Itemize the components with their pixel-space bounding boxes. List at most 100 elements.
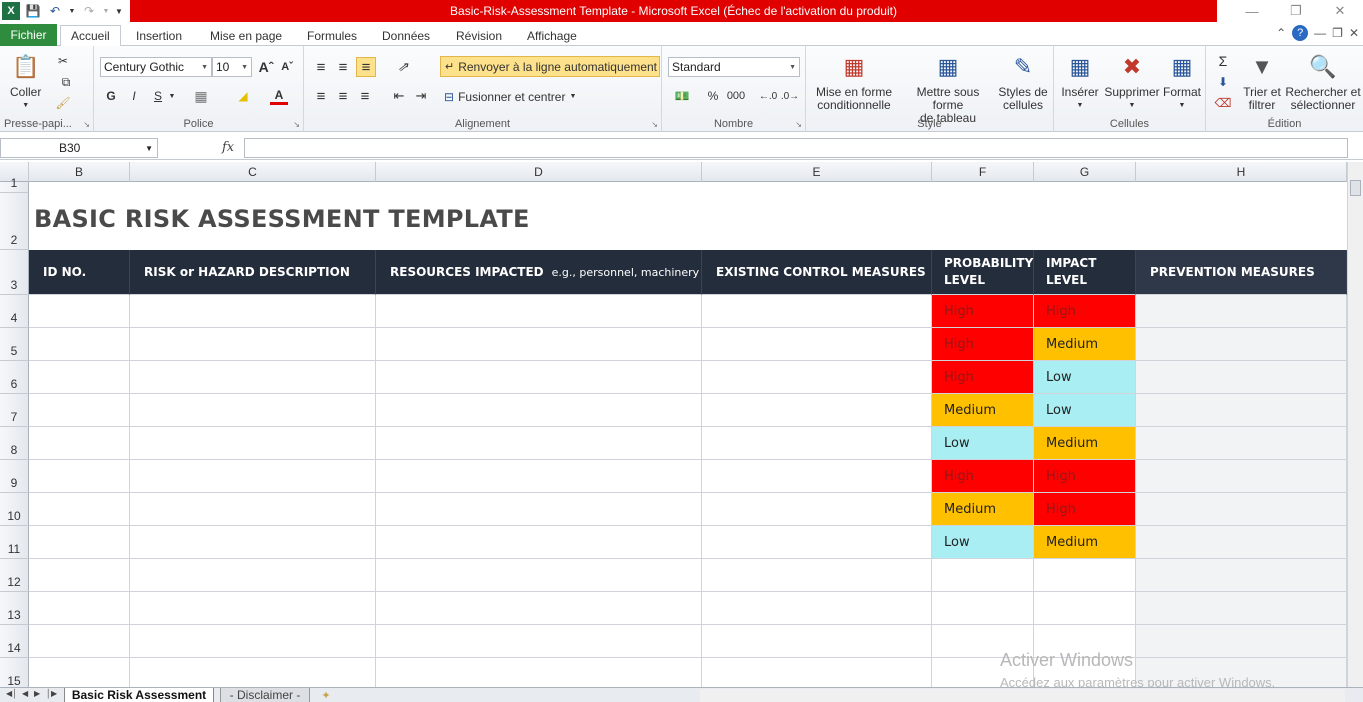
impact-level-cell[interactable]: High: [1034, 460, 1136, 493]
row-header-5[interactable]: 5: [0, 328, 29, 361]
row-header-1[interactable]: 1: [0, 176, 29, 193]
sort-filter-button[interactable]: ▼ Trier et filtrer: [1240, 50, 1284, 112]
probability-level-cell[interactable]: Medium: [932, 394, 1034, 427]
probability-level-cell[interactable]: High: [932, 460, 1034, 493]
underline-button[interactable]: S: [149, 87, 167, 105]
grow-font-icon[interactable]: Aˆ: [257, 58, 275, 76]
workbook-close-icon[interactable]: ✕: [1349, 26, 1359, 40]
cell[interactable]: [130, 295, 376, 328]
format-painter-icon[interactable]: 🖌: [54, 94, 72, 112]
font-launcher-icon[interactable]: ↘: [293, 120, 300, 129]
cell[interactable]: [702, 592, 932, 625]
column-header-g[interactable]: G: [1034, 162, 1136, 182]
cell[interactable]: [376, 493, 702, 526]
cell[interactable]: [376, 625, 702, 658]
close-icon[interactable]: ✕: [1318, 0, 1362, 22]
name-box[interactable]: B30 ▼: [0, 138, 158, 158]
cell[interactable]: [130, 361, 376, 394]
row-header-12[interactable]: 12: [0, 559, 29, 592]
cell[interactable]: [130, 493, 376, 526]
sheet-tab-basic-risk[interactable]: Basic Risk Assessment: [64, 688, 214, 702]
cell[interactable]: [29, 625, 130, 658]
cell[interactable]: [1136, 460, 1347, 493]
column-header-h[interactable]: H: [1136, 162, 1347, 182]
conditional-format-button[interactable]: ▦ Mise en forme conditionnelle: [814, 50, 894, 112]
horizontal-scrollbar[interactable]: [700, 689, 1345, 702]
orientation-icon[interactable]: ⇗: [392, 58, 414, 76]
cell[interactable]: [29, 361, 130, 394]
cell[interactable]: [130, 427, 376, 460]
sheet-title[interactable]: BASIC RISK ASSESSMENT TEMPLATE: [34, 205, 530, 233]
probability-level-cell[interactable]: High: [932, 361, 1034, 394]
collapse-ribbon-icon[interactable]: ⌃: [1276, 26, 1286, 40]
cell[interactable]: [29, 658, 130, 687]
cell[interactable]: [1136, 559, 1347, 592]
merge-center-button[interactable]: ⊟ Fusionner et centrer ▼: [442, 86, 582, 107]
minimize-icon[interactable]: —: [1230, 0, 1274, 22]
tab-insert[interactable]: Insertion: [126, 25, 192, 46]
probability-level-cell[interactable]: Medium: [932, 493, 1034, 526]
wrap-text-button[interactable]: ↵ Renvoyer à la ligne automatiquement: [440, 56, 660, 77]
first-sheet-icon[interactable]: ◀│: [6, 689, 17, 698]
paste-button[interactable]: 📋 Coller ▼: [10, 50, 41, 112]
format-as-table-button[interactable]: ▦ Mettre sous forme de tableau: [900, 50, 996, 125]
cell[interactable]: [702, 427, 932, 460]
probability-level-cell[interactable]: High: [932, 328, 1034, 361]
font-name-combo[interactable]: Century Gothic ▼: [100, 57, 212, 77]
cell[interactable]: [29, 460, 130, 493]
tab-page-layout[interactable]: Mise en page: [200, 25, 292, 46]
cell[interactable]: [1034, 559, 1136, 592]
cell[interactable]: [702, 394, 932, 427]
shrink-font-icon[interactable]: Aˇ: [278, 58, 296, 76]
decrease-indent-icon[interactable]: ⇤: [390, 87, 408, 105]
header-probability[interactable]: PROBABILITY LEVEL: [932, 250, 1034, 295]
tab-home[interactable]: Accueil: [60, 25, 121, 47]
next-sheet-icon[interactable]: ▶: [34, 689, 40, 698]
cell[interactable]: [702, 658, 932, 687]
row-header-4[interactable]: 4: [0, 295, 29, 328]
cell[interactable]: [932, 592, 1034, 625]
align-top-icon[interactable]: ≡: [312, 58, 330, 76]
cell[interactable]: [376, 526, 702, 559]
cell-styles-button[interactable]: ✎ Styles de cellules: [998, 50, 1048, 112]
probability-level-cell[interactable]: Low: [932, 526, 1034, 559]
cut-icon[interactable]: ✂: [54, 52, 72, 70]
cell[interactable]: [702, 559, 932, 592]
cell[interactable]: [702, 526, 932, 559]
thousands-button[interactable]: 000: [724, 87, 748, 105]
impact-level-cell[interactable]: Medium: [1034, 427, 1136, 460]
cell[interactable]: [29, 559, 130, 592]
cell[interactable]: [376, 460, 702, 493]
cell[interactable]: [130, 460, 376, 493]
align-left-icon[interactable]: ≡: [312, 87, 330, 105]
cell[interactable]: [29, 493, 130, 526]
underline-dropdown-icon[interactable]: ▼: [168, 87, 176, 105]
cell[interactable]: [376, 658, 702, 687]
prev-sheet-icon[interactable]: ◀: [22, 689, 28, 698]
customize-toolbar-icon[interactable]: ▼: [114, 2, 124, 20]
fx-icon[interactable]: fx: [222, 140, 234, 155]
cell[interactable]: [932, 559, 1034, 592]
header-controls[interactable]: EXISTING CONTROL MEASURES: [702, 250, 932, 295]
probability-level-cell[interactable]: Low: [932, 427, 1034, 460]
align-center-icon[interactable]: ≡: [334, 87, 352, 105]
probability-level-cell[interactable]: High: [932, 295, 1034, 328]
cell[interactable]: [376, 328, 702, 361]
cell[interactable]: [1136, 394, 1347, 427]
borders-icon[interactable]: ▦: [192, 87, 210, 105]
number-launcher-icon[interactable]: ↘: [795, 120, 802, 129]
cell[interactable]: [702, 625, 932, 658]
percent-button[interactable]: %: [704, 87, 722, 105]
undo-dropdown-icon[interactable]: ▼: [68, 2, 76, 20]
cell[interactable]: [702, 361, 932, 394]
cell[interactable]: [1136, 592, 1347, 625]
row-header-11[interactable]: 11: [0, 526, 29, 559]
cell[interactable]: [376, 394, 702, 427]
impact-level-cell[interactable]: Medium: [1034, 526, 1136, 559]
format-cells-button[interactable]: ▦ Format ▼: [1160, 50, 1204, 112]
clear-icon[interactable]: ⌫: [1212, 94, 1234, 112]
impact-level-cell[interactable]: Low: [1034, 361, 1136, 394]
align-right-icon[interactable]: ≡: [356, 87, 374, 105]
impact-level-cell[interactable]: Medium: [1034, 328, 1136, 361]
tab-file[interactable]: Fichier: [0, 24, 57, 46]
